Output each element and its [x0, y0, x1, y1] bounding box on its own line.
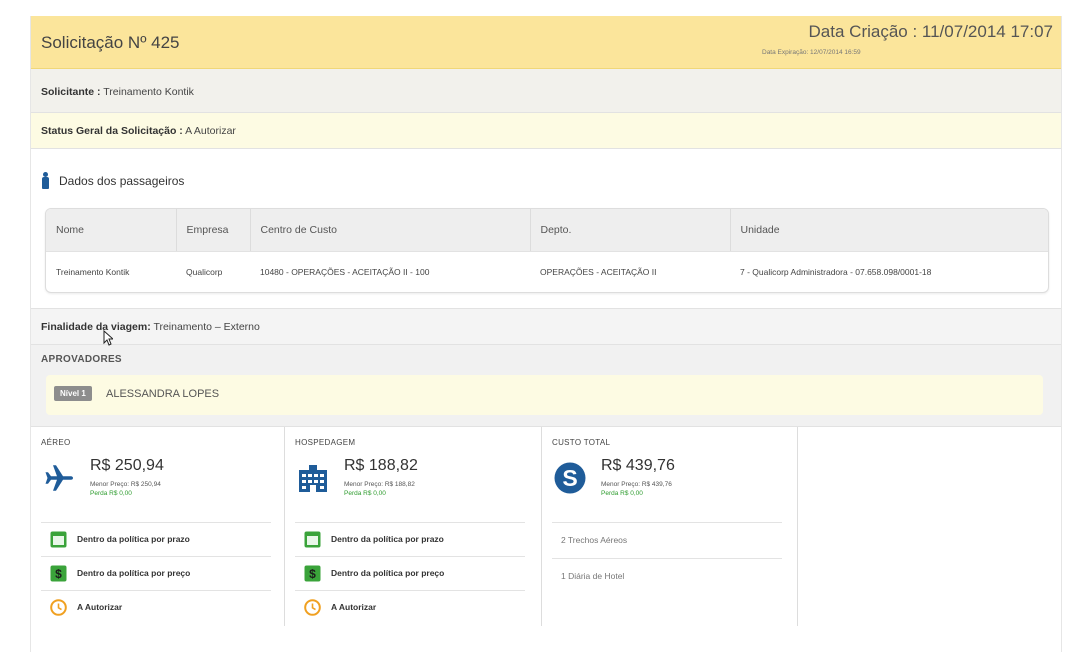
mouse-cursor-icon — [103, 330, 113, 346]
dollar-icon: S — [554, 462, 586, 494]
passengers-title: Dados dos passageiros — [59, 173, 185, 188]
air-price: R$ 250,94 — [90, 457, 164, 474]
calendar-icon — [304, 531, 321, 548]
hotel-authorization-status: A Autorizar — [295, 590, 525, 624]
hotel-authorization-label: A Autorizar — [331, 602, 377, 612]
airplane-icon — [45, 465, 73, 491]
total-hotel-nights: 1 Diária de Hotel — [552, 558, 782, 594]
air-loss: Perda R$ 0,00 — [90, 490, 132, 497]
total-lowest-price: Menor Preço: R$ 439,76 — [601, 481, 672, 488]
hotel-policy-price-label: Dentro da política por preço — [331, 568, 445, 578]
passengers-table: Nome Empresa Centro de Custo Depto. Unid… — [45, 208, 1049, 293]
total-price: R$ 439,76 — [601, 457, 675, 474]
table-row[interactable]: Treinamento Kontik Qualicorp 10480 - OPE… — [46, 251, 1048, 292]
column-header-company[interactable]: Empresa — [176, 209, 251, 252]
purpose-row: Finalidade da viagem: Treinamento – Exte… — [31, 309, 1061, 345]
status-value: A Autorizar — [185, 125, 236, 137]
calendar-icon — [50, 531, 67, 548]
purpose-label: Finalidade da viagem: — [41, 321, 151, 333]
total-air-segments: 2 Trechos Aéreos — [552, 522, 782, 558]
hotel-policy-deadline: Dentro da política por prazo — [295, 522, 525, 556]
passengers-section: Dados dos passageiros Nome Empresa Centr… — [31, 149, 1061, 309]
request-header: Solicitação Nº 425 Data Criação : 11/07/… — [31, 16, 1061, 69]
svg-text:$: $ — [309, 567, 316, 581]
hotel-policy-price: $ Dentro da política por preço — [295, 556, 525, 590]
column-header-name[interactable]: Nome — [46, 209, 177, 252]
request-panel: Solicitação Nº 425 Data Criação : 11/07/… — [30, 16, 1062, 652]
column-header-unit[interactable]: Unidade — [730, 209, 1048, 252]
total-loss: Perda R$ 0,00 — [601, 490, 643, 497]
hotel-lowest-price: Menor Preço: R$ 188,82 — [344, 481, 415, 488]
air-policy-deadline: Dentro da política por prazo — [41, 522, 271, 556]
total-title: CUSTO TOTAL — [552, 438, 611, 447]
column-header-department[interactable]: Depto. — [530, 209, 731, 252]
cell-company: Qualicorp — [186, 267, 223, 278]
hotel-loss: Perda R$ 0,00 — [344, 490, 386, 497]
clock-icon — [50, 599, 67, 616]
column-header-cost-center[interactable]: Centro de Custo — [250, 209, 531, 252]
hotel-price: R$ 188,82 — [344, 457, 418, 474]
air-cost-column: AÉREO R$ 250,94 Menor Preço: R$ 250,94 P… — [31, 427, 285, 626]
approver-item: Nível 1 ALESSANDRA LOPES — [46, 375, 1043, 415]
expiration-date: Data Expiração: 12/07/2014 16:59 — [762, 49, 861, 56]
air-title: AÉREO — [41, 438, 71, 447]
status-row: Status Geral da Solicitação : A Autoriza… — [31, 113, 1061, 149]
cell-unit: 7 - Qualicorp Administradora - 07.658.09… — [740, 267, 932, 278]
air-lowest-price: Menor Preço: R$ 250,94 — [90, 481, 161, 488]
approvers-title: APROVADORES — [41, 354, 122, 365]
creation-date: Data Criação : 11/07/2014 17:07 — [808, 22, 1053, 41]
purpose-value: Treinamento – Externo — [153, 321, 260, 333]
cell-department: OPERAÇÕES - ACEITAÇÃO II — [540, 267, 657, 278]
svg-text:S: S — [562, 465, 577, 491]
hotel-policy-deadline-label: Dentro da política por prazo — [331, 534, 444, 544]
table-header-row: Nome Empresa Centro de Custo Depto. Unid… — [46, 209, 1048, 252]
air-segments-label: 2 Trechos Aéreos — [561, 535, 628, 545]
status-label: Status Geral da Solicitação : — [41, 125, 183, 137]
hotel-nights-label: 1 Diária de Hotel — [561, 571, 625, 581]
clock-icon — [304, 599, 321, 616]
requester-label: Solicitante : — [41, 86, 101, 98]
svg-text:$: $ — [55, 567, 62, 581]
hotel-title: HOSPEDAGEM — [295, 438, 356, 447]
air-authorization-status: A Autorizar — [41, 590, 271, 624]
air-policy-price: $ Dentro da política por preço — [41, 556, 271, 590]
level-badge: Nível 1 — [54, 386, 92, 401]
air-authorization-label: A Autorizar — [77, 602, 123, 612]
money-icon: $ — [50, 565, 67, 582]
total-cost-column: CUSTO TOTAL S R$ 439,76 Menor Preço: R$ … — [542, 427, 798, 626]
requester-value: Treinamento Kontik — [103, 86, 194, 98]
person-icon — [41, 172, 50, 189]
costs-section: AÉREO R$ 250,94 Menor Preço: R$ 250,94 P… — [31, 427, 1061, 626]
approver-name: ALESSANDRA LOPES — [106, 388, 220, 400]
air-policy-deadline-label: Dentro da política por prazo — [77, 534, 190, 544]
cell-cost-center: 10480 - OPERAÇÕES - ACEITAÇÃO II - 100 — [260, 267, 430, 278]
request-title: Solicitação Nº 425 — [41, 33, 180, 52]
air-policy-price-label: Dentro da política por preço — [77, 568, 191, 578]
money-icon: $ — [304, 565, 321, 582]
approvers-section: APROVADORES Nível 1 ALESSANDRA LOPES — [31, 345, 1061, 427]
cell-name: Treinamento Kontik — [56, 267, 130, 278]
hotel-cost-column: HOSPEDAGEM R$ 188,82 Menor Preço: R$ 188… — [285, 427, 542, 626]
hotel-icon — [299, 465, 327, 492]
requester-row: Solicitante : Treinamento Kontik — [31, 69, 1061, 113]
